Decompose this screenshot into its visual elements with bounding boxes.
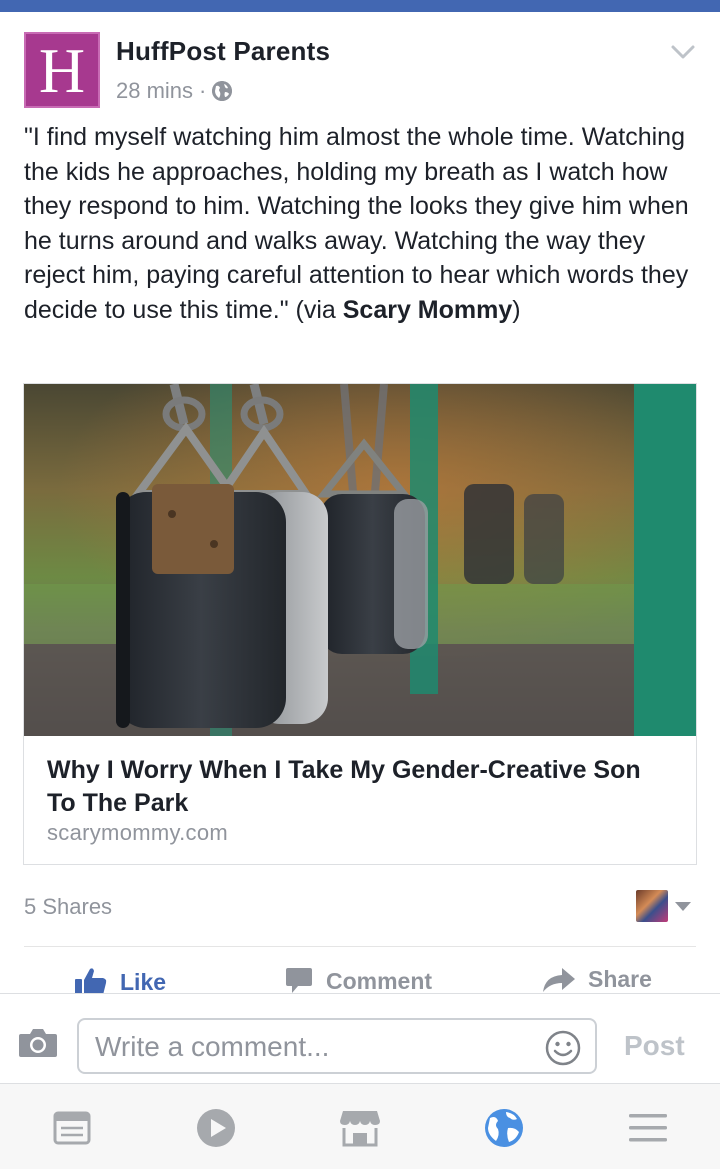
- meta-separator: ·: [199, 78, 207, 103]
- link-title[interactable]: Why I Worry When I Take My Gender-Creati…: [47, 754, 667, 820]
- page-name-link[interactable]: HuffPost Parents: [116, 36, 330, 67]
- post-message-end: ): [512, 295, 521, 324]
- link-preview-card[interactable]: Why I Worry When I Take My Gender-Creati…: [23, 383, 697, 865]
- smiley-icon[interactable]: [545, 1030, 581, 1066]
- share-arrow-icon: [543, 967, 575, 992]
- tab-marketplace[interactable]: [338, 1108, 382, 1148]
- tab-news-feed[interactable]: [50, 1108, 94, 1148]
- divider: [24, 946, 696, 947]
- news-feed-icon: [53, 1111, 91, 1145]
- tab-menu[interactable]: [626, 1108, 670, 1148]
- camera-icon[interactable]: [18, 1028, 58, 1058]
- share-label: Share: [588, 966, 652, 992]
- post-header: H HuffPost Parents 28 mins ·: [24, 32, 696, 112]
- comment-input[interactable]: [95, 1028, 535, 1066]
- bottom-tab-bar: [0, 1083, 720, 1169]
- top-status-bar: [0, 0, 720, 12]
- menu-icon: [629, 1114, 667, 1142]
- post-meta: 28 mins ·: [116, 78, 233, 104]
- avatar: [636, 890, 668, 922]
- shares-count[interactable]: 5 Shares: [24, 894, 112, 920]
- post-message-text: "I find myself watching him almost the w…: [24, 123, 689, 324]
- chevron-down-icon[interactable]: [670, 42, 696, 62]
- comment-label: Comment: [326, 967, 433, 994]
- caret-down-icon: [675, 902, 691, 911]
- link-domain: scarymommy.com: [47, 820, 229, 845]
- marketplace-icon: [340, 1111, 380, 1147]
- audience-selector[interactable]: [636, 890, 692, 922]
- tab-video[interactable]: [194, 1108, 238, 1148]
- link-preview-image[interactable]: [24, 384, 696, 736]
- post-message: "I find myself watching him almost the w…: [24, 120, 696, 327]
- shares-row: 5 Shares: [24, 888, 696, 928]
- video-icon: [197, 1109, 235, 1147]
- comment-button[interactable]: Comment: [284, 966, 432, 996]
- post-comment-button[interactable]: Post: [624, 1030, 685, 1062]
- comment-bubble-icon: [286, 968, 312, 993]
- like-label: Like: [120, 968, 167, 995]
- page-logo[interactable]: H: [24, 32, 100, 108]
- post-timestamp[interactable]: 28 mins: [116, 78, 193, 104]
- notifications-globe-icon: [485, 1109, 523, 1147]
- share-button[interactable]: Share: [542, 966, 652, 993]
- public-globe-icon: [212, 81, 233, 101]
- logo-letter: H: [38, 35, 86, 106]
- comment-input-box[interactable]: [77, 1018, 597, 1074]
- tab-notifications[interactable]: [482, 1108, 526, 1148]
- source-link[interactable]: Scary Mommy: [343, 296, 513, 324]
- comment-composer: Post: [0, 993, 720, 1083]
